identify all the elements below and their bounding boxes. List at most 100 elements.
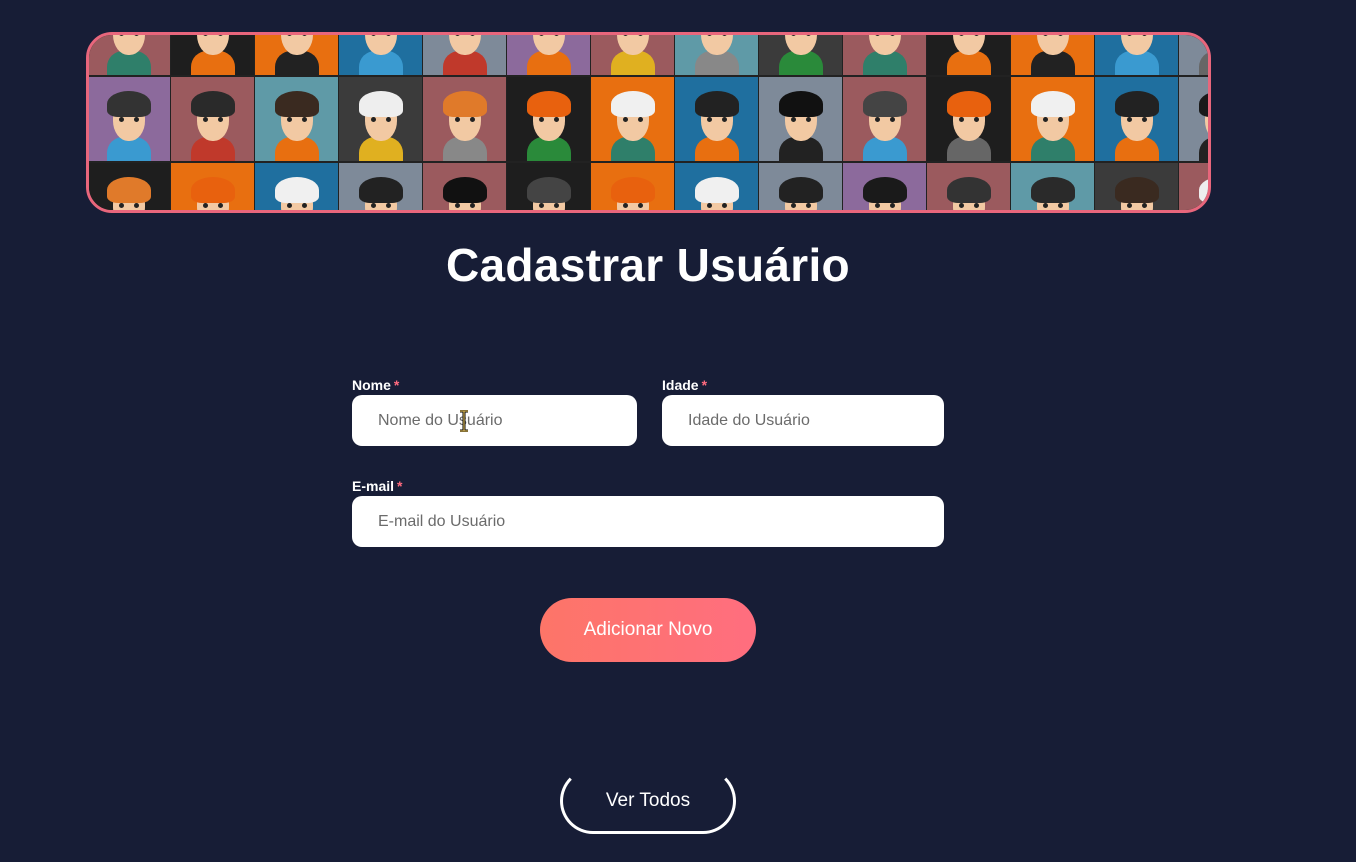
avatar-tile [759,163,842,210]
avatar-eyes [706,203,728,208]
avatar-hair [275,91,319,117]
avatar-eyes [874,35,896,36]
avatar-hair [947,91,991,117]
avatar-tile [255,35,338,75]
avatar-eyes [958,35,980,36]
avatar-tile [1179,163,1211,210]
avatar-head [1205,35,1208,55]
avatar-eyes [790,117,812,122]
avatar-eyes [202,35,224,36]
avatar-tile [423,77,506,161]
avatar-shirt [1199,137,1208,161]
avatar-eyes [1126,117,1148,122]
avatar-eyes [538,35,560,36]
avatar-eyes [1126,203,1148,208]
age-input[interactable] [662,395,944,446]
avatar-hair [611,91,655,117]
avatar-tile [675,35,758,75]
avatar-hair [359,177,403,203]
avatar-eyes [790,203,812,208]
avatar-tile [339,77,422,161]
avatar-tile [1179,32,1211,75]
avatar-eyes [1210,32,1211,36]
avatar-tile [759,77,842,161]
avatar-eyes [958,117,980,122]
avatar-tile [927,35,1010,75]
add-new-button[interactable]: Adicionar Novo [540,598,756,662]
avatar-eyes [202,117,224,122]
avatar-hair [1115,91,1159,117]
avatar-eyes [118,117,140,122]
avatar-hair [779,91,823,117]
avatar-hair [443,91,487,117]
avatar-tile [843,77,926,161]
avatar-tile [423,163,506,210]
avatar-eyes [370,35,392,36]
avatar-hair [695,91,739,117]
avatar-eyes [1042,35,1064,36]
avatar-hair [1115,177,1159,203]
avatar-tile [339,35,422,75]
avatar-hair [275,177,319,203]
avatar-eyes [202,203,224,208]
avatar-hair [863,177,907,203]
avatar-hair [527,177,571,203]
avatar-tile [255,77,338,161]
avatar-eyes [874,203,896,208]
avatar-tile [423,35,506,75]
avatar-hair [443,177,487,203]
email-input[interactable] [352,496,944,547]
avatar-hair [779,177,823,203]
avatar-hair [527,91,571,117]
avatar-hair [191,91,235,117]
avatar-tile [507,163,590,210]
avatar-hair [947,177,991,203]
avatar-tile [1179,77,1211,161]
avatar-eyes [118,35,140,36]
avatar-eyes [958,203,980,208]
avatar-hair [1199,177,1208,203]
avatar-tile [591,35,674,75]
required-mark: * [397,478,403,494]
avatar-eyes [118,203,140,208]
avatar-tile [339,163,422,210]
avatar-eyes [1210,203,1211,208]
avatar-tiles [89,32,1211,210]
avatar-hair [191,177,235,203]
avatar-tile [1095,77,1178,161]
avatar-tile [927,77,1010,161]
page-title: Cadastrar Usuário [446,239,850,291]
avatar-tile [591,77,674,161]
avatar-eyes [1042,203,1064,208]
avatar-eyes [370,117,392,122]
avatar-hair [1031,91,1075,117]
avatar-eyes [1042,117,1064,122]
avatar-tile [1095,35,1178,75]
avatar-tile [1011,77,1094,161]
avatar-eyes [454,35,476,36]
avatar-eyes [1210,117,1211,122]
avatar-tile [171,35,254,75]
avatar-tile [843,35,926,75]
avatar-eyes [622,117,644,122]
avatar-eyes [706,117,728,122]
email-label: E-mail * [352,478,402,494]
avatars-banner [86,32,1211,213]
avatar-tile [759,35,842,75]
avatar-tile [1011,163,1094,210]
view-all-button[interactable]: Ver Todos [560,768,736,834]
avatar-tile [89,35,170,75]
avatar-tile [255,163,338,210]
name-input[interactable] [352,395,637,446]
avatar-tile [675,77,758,161]
avatar-eyes [1126,35,1148,36]
email-label-text: E-mail [352,478,395,494]
avatar-hair [107,91,151,117]
avatar-eyes [286,203,308,208]
avatar-hair [611,177,655,203]
avatar-eyes [538,203,560,208]
avatar-tile [1011,35,1094,75]
avatar-tile [591,163,674,210]
avatar-tile [927,163,1010,210]
avatar-tile [843,163,926,210]
